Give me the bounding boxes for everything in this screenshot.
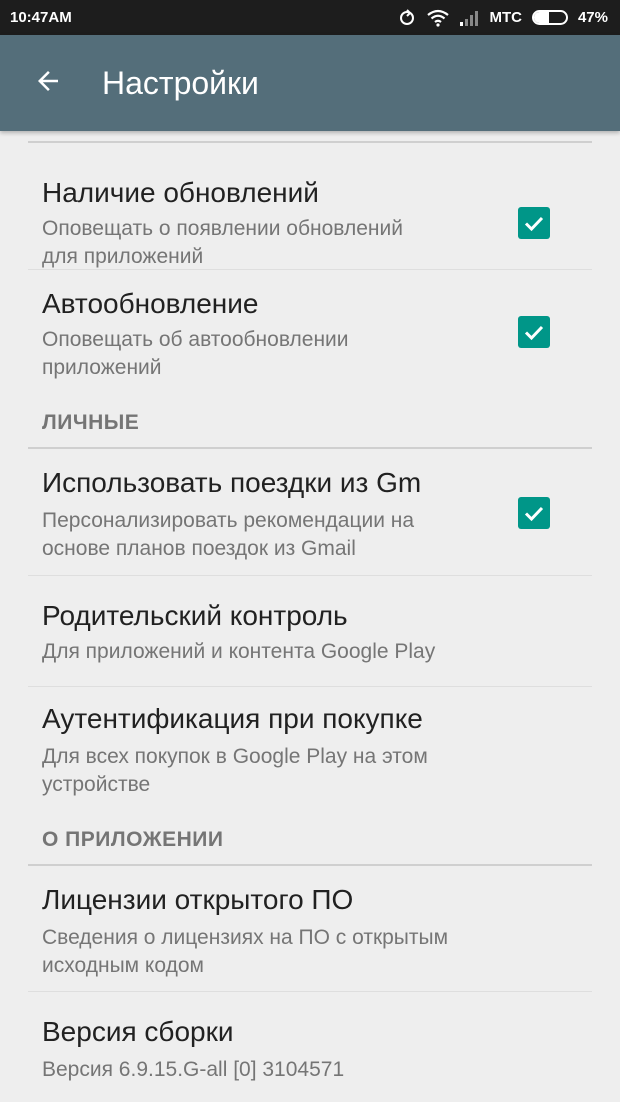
pref-summary-line1: Версия 6.9.15.G-all [0] 3104571 (42, 1058, 345, 1081)
checkbox-checked[interactable] (518, 316, 550, 348)
pref-summary-line1: Для всех покупок в Google Play на этом (42, 745, 428, 768)
pref-build-version[interactable]: Версия сборки Версия 6.9.15.G-all [0] 31… (0, 992, 620, 1102)
pref-parental-control[interactable]: Родительский контроль Для приложений и к… (0, 576, 620, 686)
settings-list[interactable]: Наличие обновлений Оповещать о появлении… (0, 131, 620, 1102)
app-bar: Настройки (0, 35, 620, 131)
signal-icon (459, 10, 479, 26)
pref-title: Наличие обновлений (42, 177, 319, 208)
pref-summary-line2: для приложений (42, 245, 204, 268)
pref-summary-line2: приложений (42, 356, 162, 379)
section-header-about: О ПРИЛОЖЕНИИ (42, 828, 224, 851)
back-button[interactable] (16, 51, 80, 115)
battery-icon (531, 10, 568, 25)
pref-summary-line1: Сведения о лицензиях на ПО с открытым (42, 926, 449, 949)
pref-summary-line2: исходным кодом (42, 954, 204, 977)
pref-gmail-trips[interactable]: Использовать поездки из Gm Персонализиро… (0, 449, 620, 573)
pref-summary-line2: устройстве (42, 773, 151, 796)
pref-summary-line1: Для приложений и контента Google Play (42, 640, 436, 663)
carrier-name: МТС (489, 9, 522, 26)
status-time: 10:47AM (10, 9, 72, 26)
pref-purchase-auth[interactable]: Аутентификация при покупке Для всех поку… (0, 687, 620, 811)
checkbox-checked[interactable] (518, 207, 550, 239)
pref-title: Лицензии открытого ПО (42, 884, 354, 915)
pref-auto-update[interactable]: Автообновление Оповещать об автообновлен… (0, 270, 620, 394)
wifi-icon (427, 9, 450, 27)
pref-summary-line1: Персонализировать рекомендации на (42, 509, 415, 532)
status-icons: МТС 47% (397, 8, 608, 28)
check-icon (524, 325, 544, 341)
checkbox-checked[interactable] (518, 497, 550, 529)
pref-summary-line1: Оповещать об автообновлении (42, 328, 349, 351)
page-title: Настройки (102, 64, 259, 101)
pref-title: Аутентификация при покупке (42, 703, 423, 734)
arrow-back-icon (33, 66, 63, 101)
pref-summary-line1: Оповещать о появлении обновлений (42, 217, 403, 240)
check-icon (524, 216, 544, 232)
battery-fill (533, 12, 549, 23)
pref-update-availability[interactable]: Наличие обновлений Оповещать о появлении… (0, 145, 620, 269)
pref-summary-line2: основе планов поездок из Gmail (42, 537, 356, 560)
pref-title: Использовать поездки из Gm (42, 467, 422, 498)
sync-icon (397, 8, 417, 28)
pref-title: Родительский контроль (42, 600, 348, 631)
pref-title: Автообновление (42, 288, 259, 319)
pref-title: Версия сборки (42, 1016, 234, 1047)
status-bar: 10:47AM МТС 47% (0, 0, 620, 35)
check-icon (524, 506, 544, 522)
pref-open-source-licenses[interactable]: Лицензии открытого ПО Сведения о лицензи… (0, 866, 620, 990)
divider (28, 141, 592, 143)
battery-percent: 47% (577, 9, 608, 26)
section-header-personal: ЛИЧНЫЕ (42, 411, 140, 434)
